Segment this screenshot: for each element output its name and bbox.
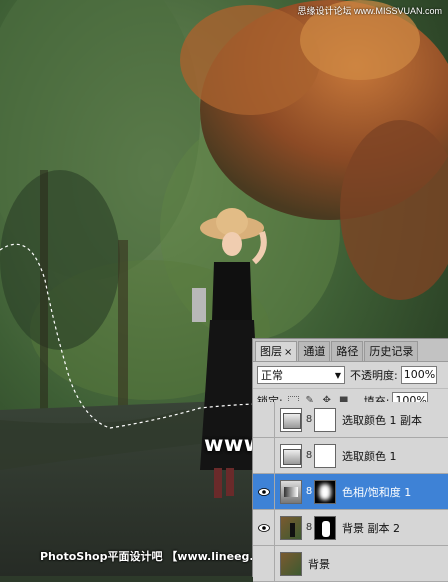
tab-paths[interactable]: 路径	[331, 341, 364, 361]
tab-layers[interactable]: 图层 ×	[255, 341, 298, 361]
layer-mask-thumbnail	[314, 515, 336, 540]
visibility-toggle[interactable]	[253, 438, 275, 473]
layer-row-selected[interactable]: 8 色相/饱和度 1	[253, 474, 448, 510]
close-icon[interactable]: ×	[284, 347, 292, 358]
adjustment-thumbnail	[280, 407, 302, 432]
photo-thumbnail	[280, 515, 302, 540]
tab-history[interactable]: 历史记录	[364, 341, 419, 361]
blend-opacity-row: 正常 ▼ 不透明度: 100%	[253, 362, 448, 389]
tab-layers-label: 图层	[260, 345, 282, 358]
layer-mask-thumbnail	[314, 479, 336, 504]
layer-list: 8 选取颜色 1 副本 8 选取颜色 1 8 色相/饱和度 1 8 背景 副本 …	[253, 402, 448, 582]
adjustment-thumbnail	[280, 443, 302, 468]
layer-row[interactable]: 8 选取颜色 1	[253, 438, 448, 474]
visibility-toggle[interactable]	[253, 510, 275, 545]
watermark-top: 思缘设计论坛 www.MISSVUAN.com	[297, 6, 442, 16]
eye-icon	[257, 487, 270, 496]
chain-link-icon: 8	[305, 486, 313, 497]
opacity-label: 不透明度:	[350, 369, 398, 382]
layer-name: 选取颜色 1 副本	[342, 413, 422, 427]
blend-mode-select[interactable]: 正常 ▼	[257, 366, 345, 384]
visibility-toggle[interactable]	[253, 402, 275, 437]
panel-tabs: 图层 × 通道 路径 历史记录	[253, 339, 448, 362]
layer-name: 背景 副本 2	[342, 521, 400, 535]
layers-panel: 图层× 通道 路径 历史记录 正常 ▼ 不透明度: 100% 锁定: ✎ ✥ ■…	[252, 338, 448, 582]
layer-row[interactable]: 背景	[253, 546, 448, 582]
eye-icon	[257, 523, 270, 532]
chain-link-icon: 8	[305, 522, 313, 533]
chevron-down-icon: ▼	[334, 370, 341, 380]
layer-name: 色相/饱和度 1	[342, 485, 412, 499]
chain-link-icon: 8	[305, 414, 313, 425]
layer-row[interactable]: 8 背景 副本 2	[253, 510, 448, 546]
adjustment-thumbnail	[280, 479, 302, 504]
layer-row[interactable]: 8 选取颜色 1 副本	[253, 402, 448, 438]
chain-link-icon: 8	[305, 450, 313, 461]
blend-mode-value: 正常	[261, 369, 283, 382]
photo-thumbnail	[280, 551, 302, 576]
layer-name: 背景	[308, 557, 330, 571]
layer-mask-thumbnail	[314, 407, 336, 432]
opacity-field[interactable]: 100%	[400, 366, 437, 384]
layer-name: 选取颜色 1	[342, 449, 397, 463]
tab-channels[interactable]: 通道	[298, 341, 331, 361]
visibility-toggle[interactable]	[253, 474, 275, 509]
layer-mask-thumbnail	[314, 443, 336, 468]
